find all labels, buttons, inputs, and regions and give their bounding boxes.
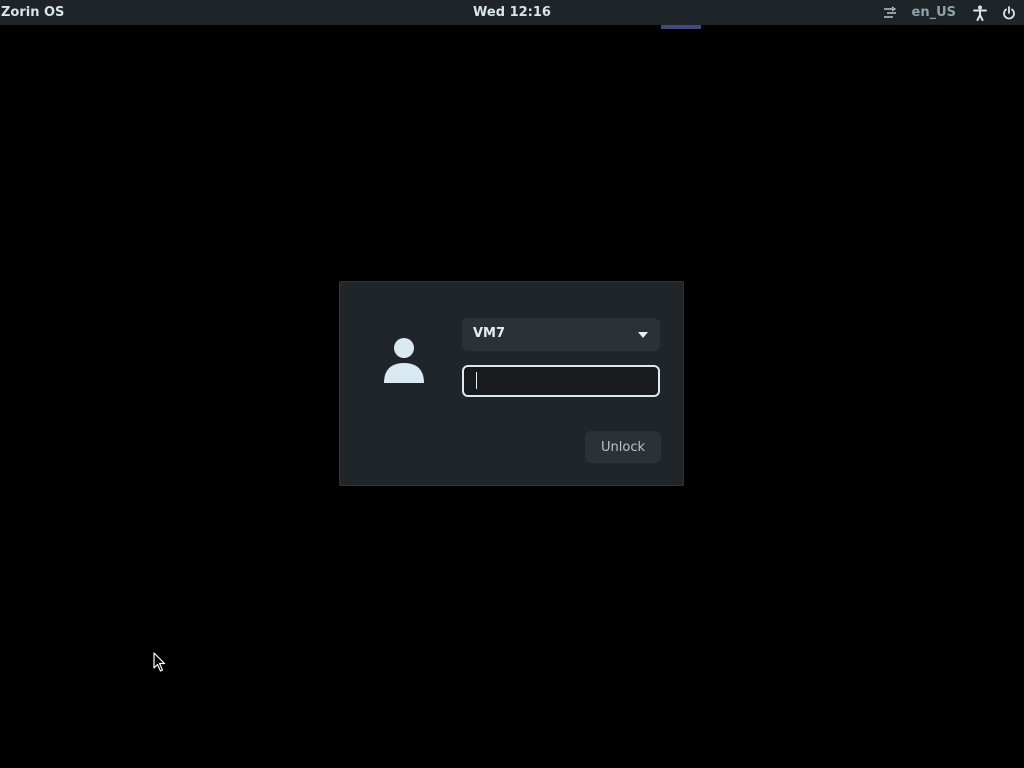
system-tray: en_US xyxy=(883,0,1017,25)
user-select-value: VM7 xyxy=(473,326,506,341)
top-bar: Zorin OS Wed 12:16 en_US xyxy=(0,0,1024,25)
accessibility-menu[interactable] xyxy=(973,0,987,25)
focus-indicator xyxy=(661,25,701,29)
power-menu[interactable] xyxy=(1002,0,1016,25)
user-avatar-icon xyxy=(384,338,424,383)
mouse-pointer-icon xyxy=(153,652,166,672)
power-icon xyxy=(1003,5,1015,19)
clock-container: Wed 12:16 xyxy=(0,5,1024,20)
text-caret xyxy=(476,372,477,389)
clock-label[interactable]: Wed 12:16 xyxy=(473,5,551,20)
network-indicator[interactable] xyxy=(883,0,897,25)
user-select[interactable]: VM7 xyxy=(462,318,660,351)
network-icon xyxy=(883,6,896,18)
dropdown-arrow-icon xyxy=(638,332,648,338)
keyboard-layout-indicator[interactable]: en_US xyxy=(912,0,957,25)
accessibility-icon xyxy=(973,5,987,21)
unlock-dialog: VM7 Unlock xyxy=(339,281,684,486)
unlock-button[interactable]: Unlock xyxy=(585,431,661,463)
password-field[interactable] xyxy=(462,365,660,397)
os-brand-label[interactable]: Zorin OS xyxy=(1,5,64,20)
